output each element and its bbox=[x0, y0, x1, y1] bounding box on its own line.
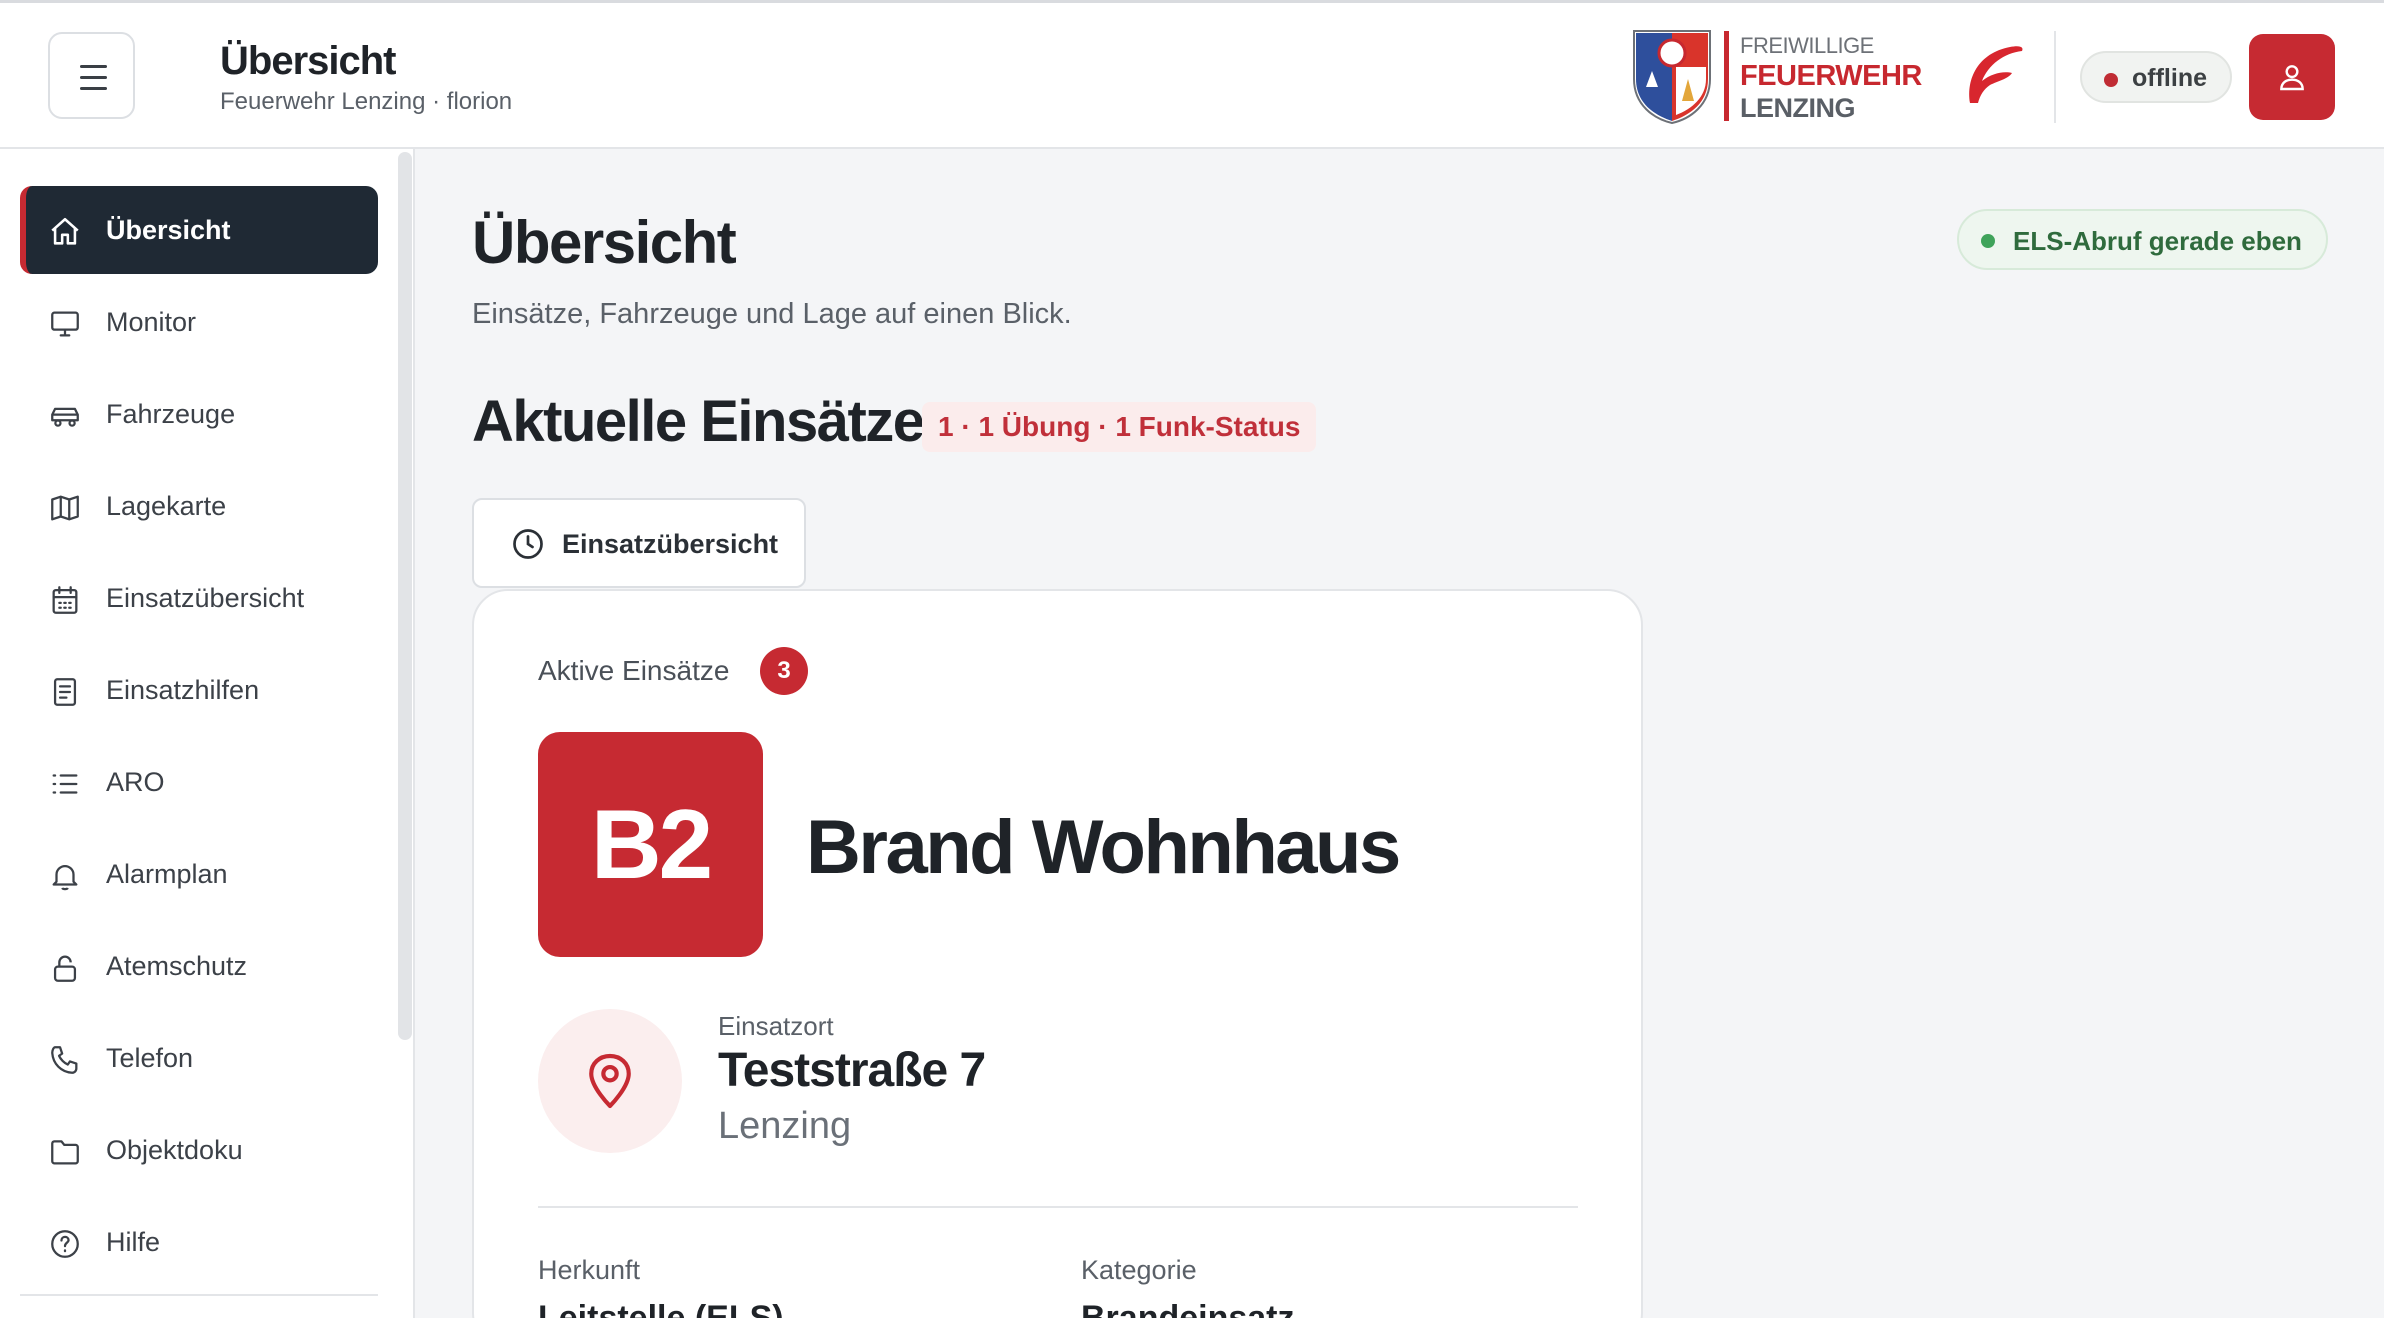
els-status-badge: ELS-Abruf gerade eben bbox=[1957, 209, 2328, 270]
brand-line-1: FREIWILLIGE bbox=[1740, 33, 1874, 58]
category-value: Brandeinsatz bbox=[1081, 1299, 1295, 1318]
sidebar-item-alarmplan[interactable]: Alarmplan bbox=[20, 830, 378, 918]
origin-value: Leitstelle (ELS) bbox=[538, 1299, 784, 1318]
status-dot-icon bbox=[1981, 234, 1995, 248]
sidebar-item-label: Monitor bbox=[106, 307, 197, 337]
help-icon bbox=[51, 1230, 79, 1258]
car-icon bbox=[51, 407, 79, 427]
list-icon bbox=[52, 774, 78, 794]
sidebar-item-label: Fahrzeuge bbox=[106, 399, 236, 429]
tab-label: Einsatzübersicht bbox=[562, 529, 779, 559]
sidebar-item-fahrzeuge[interactable]: Fahrzeuge bbox=[20, 370, 378, 458]
sidebar-item-aro[interactable]: ARO bbox=[20, 738, 378, 826]
sidebar-item-label: Atemschutz bbox=[106, 951, 248, 981]
connection-status-text: offline bbox=[2132, 64, 2207, 92]
sidebar-item-label: Einsatzübersicht bbox=[106, 583, 305, 613]
incident-title[interactable]: Brand Wohnhaus bbox=[806, 804, 1401, 891]
calendar-icon bbox=[52, 586, 78, 614]
sidebar-item-label: Übersicht bbox=[106, 215, 231, 245]
incident-code-badge: B2 bbox=[538, 732, 763, 957]
sidebar-item-atemschutz[interactable]: Atemschutz bbox=[20, 922, 378, 1010]
section-title: Aktuelle Einsätze bbox=[472, 389, 925, 454]
section-summary-badge: 1 · 1 Übung · 1 Funk-Status bbox=[922, 402, 1317, 452]
map-pin-icon bbox=[589, 1053, 631, 1109]
sidebar-item-hilfe[interactable]: Hilfe bbox=[20, 1198, 378, 1286]
sidebar-item-label: Einsatzhilfen bbox=[106, 675, 260, 705]
lock-icon bbox=[53, 955, 77, 982]
crest-icon bbox=[1633, 30, 1711, 125]
sidebar-item-label: Objektdoku bbox=[106, 1135, 243, 1165]
feuerwehr-lenzing-logo: FREIWILLIGE FEUERWEHR LENZING bbox=[1632, 27, 1932, 125]
clock-icon bbox=[513, 529, 543, 559]
location-city: Lenzing bbox=[718, 1105, 852, 1147]
category-label: Kategorie bbox=[1081, 1255, 1197, 1285]
tab-einsatzuebersicht[interactable]: Einsatzübersicht bbox=[472, 498, 806, 588]
sidebar-item-objektdoku[interactable]: Objektdoku bbox=[20, 1106, 378, 1194]
connection-status-badge: offline bbox=[2080, 51, 2232, 103]
folder-icon bbox=[51, 1140, 79, 1165]
location-badge bbox=[538, 1009, 682, 1153]
top-bar: Übersicht Feuerwehr Lenzing · florion FR… bbox=[0, 0, 2384, 149]
menu-button[interactable] bbox=[48, 32, 135, 119]
sidebar-item-einsatzuebersicht[interactable]: Einsatzübersicht bbox=[20, 554, 378, 642]
sidebar-item-label: Hilfe bbox=[106, 1227, 161, 1257]
sidebar-item-label: ARO bbox=[106, 767, 165, 797]
user-menu-button[interactable] bbox=[2249, 34, 2335, 120]
page-subtitle: Einsätze, Fahrzeuge und Lage auf einen B… bbox=[472, 298, 1072, 330]
app-title: Übersicht bbox=[220, 39, 396, 83]
document-icon bbox=[53, 678, 77, 706]
page-title: Übersicht bbox=[472, 209, 737, 276]
active-count-badge: 3 bbox=[760, 647, 808, 695]
sidebar-item-label: Lagekarte bbox=[106, 491, 227, 521]
origin-label: Herkunft bbox=[538, 1255, 641, 1285]
location-label: Einsatzort bbox=[718, 1011, 834, 1041]
card-label: Aktive Einsätze bbox=[538, 655, 730, 686]
monitor-icon bbox=[51, 311, 79, 337]
map-icon bbox=[51, 495, 79, 521]
active-incidents-card: Aktive Einsätze 3 B2 Brand Wohnhaus Eins… bbox=[472, 589, 1643, 1318]
user-icon bbox=[2280, 65, 2304, 91]
app-subtitle: Feuerwehr Lenzing · florion bbox=[220, 88, 513, 115]
bell-icon bbox=[52, 864, 78, 891]
location-street: Teststraße 7 bbox=[718, 1044, 986, 1097]
sidebar-item-monitor[interactable]: Monitor bbox=[20, 278, 378, 366]
brand-line-3: LENZING bbox=[1740, 93, 1856, 123]
sidebar-item-uebersicht[interactable]: Übersicht bbox=[20, 186, 378, 274]
sidebar-scrollbar[interactable] bbox=[398, 152, 412, 1040]
brand-line-2: FEUERWEHR bbox=[1740, 60, 1922, 92]
phone-icon bbox=[51, 1046, 78, 1074]
sidebar-item-lagekarte[interactable]: Lagekarte bbox=[20, 462, 378, 550]
home-icon bbox=[51, 217, 79, 245]
sidebar-item-label: Alarmplan bbox=[106, 859, 228, 889]
florion-logo bbox=[1969, 46, 2023, 103]
sidebar-item-telefon[interactable]: Telefon bbox=[20, 1014, 378, 1102]
sidebar-item-einsatzhilfen[interactable]: Einsatzhilfen bbox=[20, 646, 378, 734]
sidebar-item-label: Telefon bbox=[106, 1043, 194, 1073]
els-status-text: ELS-Abruf gerade eben bbox=[2013, 226, 2302, 256]
menu-icon bbox=[80, 65, 107, 68]
status-dot-icon bbox=[2104, 73, 2118, 87]
